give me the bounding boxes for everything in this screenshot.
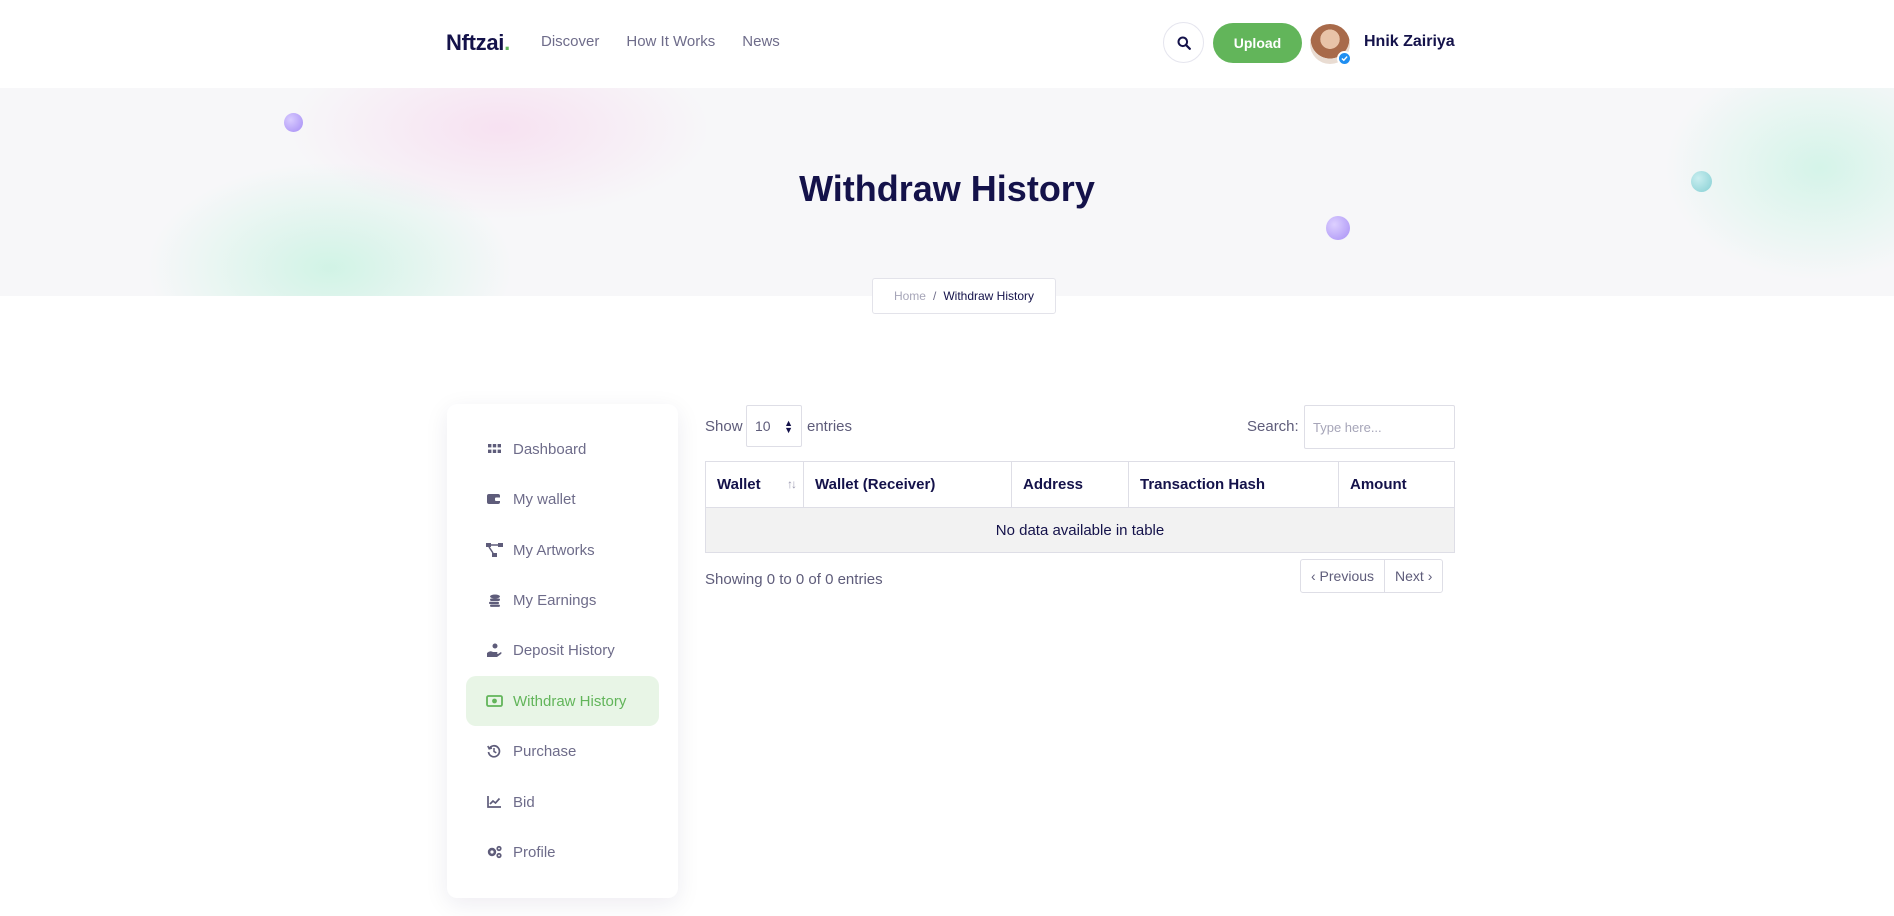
sidebar-item-deposit-history[interactable]: Deposit History: [466, 625, 659, 675]
sidebar-item-withdraw-history[interactable]: Withdraw History: [466, 676, 659, 726]
column-header-amount[interactable]: Amount: [1338, 461, 1455, 508]
column-header-wallet[interactable]: Wallet ↑↓: [705, 461, 804, 508]
wallet-icon: [485, 493, 503, 505]
search-icon: [1177, 36, 1191, 50]
entries-per-page-value: 10: [755, 418, 771, 434]
sidebar-item-label: Purchase: [513, 742, 577, 760]
table-row: No data available in table: [705, 507, 1455, 553]
sort-icon[interactable]: ↑↓: [787, 477, 797, 491]
table-header-row: Wallet ↑↓ Wallet (Receiver) Address Trans…: [705, 461, 1455, 508]
network-icon: [485, 543, 503, 557]
sidebar-item-label: Profile: [513, 843, 556, 861]
pagination: ‹ Previous Next ›: [1300, 559, 1444, 593]
nav-news[interactable]: News: [742, 33, 780, 50]
gears-icon: [485, 845, 503, 859]
hand-coin-icon: [485, 643, 503, 658]
sidebar-item-label: My Artworks: [513, 541, 595, 559]
next-page-button[interactable]: Next ›: [1384, 560, 1442, 592]
decorative-bubble: [284, 113, 303, 132]
money-bill-icon: [485, 695, 503, 707]
breadcrumb-separator: /: [932, 289, 937, 303]
withdraw-history-table: Wallet ↑↓ Wallet (Receiver) Address Trans…: [705, 461, 1455, 553]
sidebar-item-dashboard[interactable]: Dashboard: [466, 424, 659, 474]
username[interactable]: Hnik Zairiya: [1364, 33, 1455, 51]
sidebar-item-my-earnings[interactable]: My Earnings: [466, 575, 659, 625]
empty-table-message: No data available in table: [705, 507, 1455, 553]
show-label: Show: [705, 418, 743, 435]
select-arrows-icon: ▲ ▼: [784, 418, 793, 435]
breadcrumb-home[interactable]: Home: [894, 289, 926, 303]
search-button[interactable]: [1163, 22, 1204, 63]
top-header: Nftzai. Discover How It Works News Uploa…: [0, 0, 1894, 88]
nav-how-it-works[interactable]: How It Works: [626, 33, 715, 50]
nav-discover[interactable]: Discover: [541, 33, 599, 50]
previous-page-button[interactable]: ‹ Previous: [1301, 560, 1384, 592]
sidebar-item-bid[interactable]: Bid: [466, 777, 659, 827]
breadcrumb: Home / Withdraw History: [872, 278, 1056, 314]
breadcrumb-current: Withdraw History: [943, 289, 1035, 303]
logo[interactable]: Nftzai.: [446, 30, 510, 56]
verified-badge-icon: [1337, 51, 1352, 66]
column-header-wallet-receiver[interactable]: Wallet (Receiver): [803, 461, 1012, 508]
sidebar-item-label: Withdraw History: [513, 692, 627, 710]
sidebar-item-purchase[interactable]: Purchase: [466, 726, 659, 776]
sidebar-item-my-artworks[interactable]: My Artworks: [466, 525, 659, 575]
sidebar-item-label: Bid: [513, 793, 535, 811]
sidebar-item-label: Deposit History: [513, 641, 615, 659]
entries-per-page-select[interactable]: 10 ▲ ▼: [746, 405, 802, 447]
sidebar-item-label: My Earnings: [513, 591, 597, 609]
entries-label: entries: [807, 418, 853, 435]
decorative-bubble: [1326, 216, 1350, 240]
main-nav: Discover How It Works News: [541, 33, 780, 50]
search-label: Search:: [1247, 418, 1299, 435]
column-header-address[interactable]: Address: [1011, 461, 1129, 508]
sidebar-item-my-wallet[interactable]: My wallet: [466, 474, 659, 524]
table-info: Showing 0 to 0 of 0 entries: [705, 571, 883, 588]
account-sidebar: Dashboard My wallet My Artworks My Earni…: [447, 404, 678, 898]
coins-icon: [485, 594, 503, 607]
upload-button[interactable]: Upload: [1213, 23, 1302, 63]
avatar[interactable]: [1310, 24, 1352, 66]
grid-icon: [485, 444, 503, 454]
history-icon: [485, 744, 503, 758]
sidebar-item-profile[interactable]: Profile: [466, 827, 659, 877]
column-header-transaction-hash[interactable]: Transaction Hash: [1128, 461, 1339, 508]
chart-line-icon: [485, 796, 503, 808]
table-search-input[interactable]: [1304, 405, 1455, 449]
sidebar-item-label: My wallet: [513, 490, 576, 508]
page-title: Withdraw History: [799, 168, 1095, 209]
sidebar-item-label: Dashboard: [513, 440, 587, 458]
